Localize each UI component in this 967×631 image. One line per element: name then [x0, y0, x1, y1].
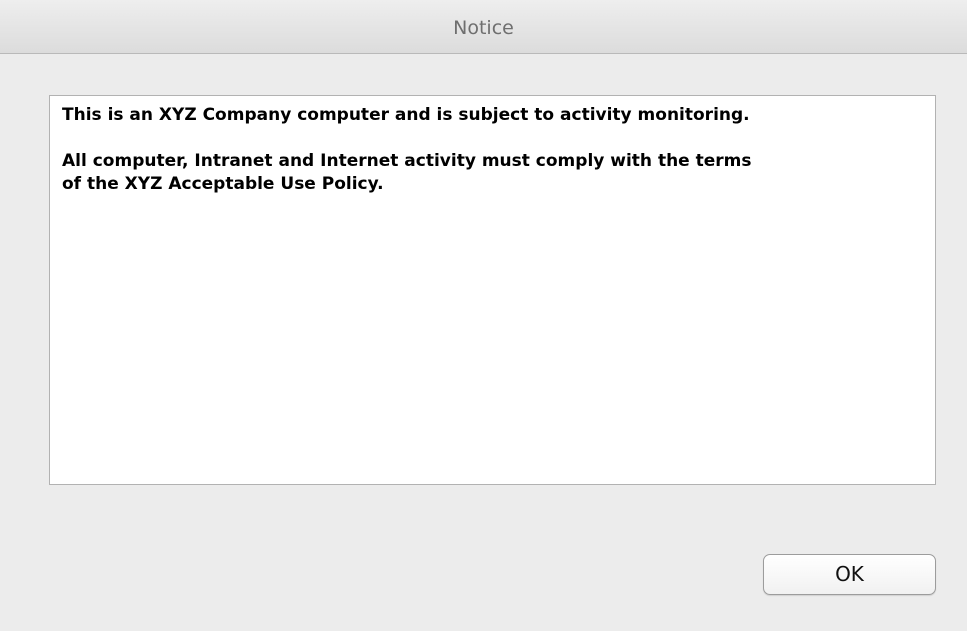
message-line: of the XYZ Acceptable Use Policy.: [62, 174, 384, 194]
window-title: Notice: [453, 17, 514, 39]
message-text-area[interactable]: This is an XYZ Company computer and is s…: [49, 95, 936, 485]
notice-dialog: Notice This is an XYZ Company computer a…: [0, 0, 967, 631]
message-line: All computer, Intranet and Internet acti…: [62, 151, 752, 171]
ok-button[interactable]: OK: [763, 554, 936, 595]
title-bar: Notice: [0, 0, 967, 54]
message-line: This is an XYZ Company computer and is s…: [62, 105, 750, 125]
